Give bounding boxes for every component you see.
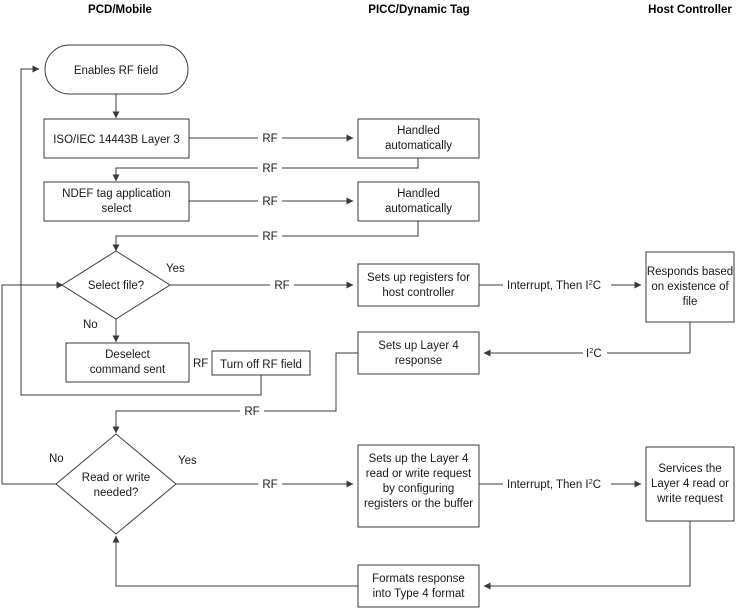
node-formats-response-line2: into Type 4 format	[373, 588, 466, 600]
node-sets-up-layer-4-request-line3: by configuring	[383, 483, 455, 495]
svg-text:RF: RF	[262, 163, 277, 175]
node-services-the-layer-4-line1: Services the	[658, 463, 721, 475]
node-ndef-tag-application-select[interactable]: NDEF tag application select	[43, 181, 190, 222]
edge-label-rf-deselect: RF	[189, 356, 209, 370]
edge-label-interrupt-i2c-lower: Interrupt, Then I2C	[503, 477, 611, 491]
node-sets-up-registers[interactable]: Sets up registers for host controller	[357, 263, 480, 307]
node-deselect-command-sent-line1: Deselect	[105, 349, 151, 361]
svg-text:Interrupt, Then I2C: Interrupt, Then I2C	[507, 278, 601, 292]
node-handled-automatically-1-line1: Handled	[397, 125, 440, 137]
edge-label-rf-ndef-select: RF	[258, 194, 282, 208]
node-sets-up-layer-4-response-line1: Sets up Layer 4	[378, 340, 459, 352]
node-sets-up-layer-4-response-shape	[357, 331, 480, 375]
node-responds-based-line3: file	[683, 296, 698, 308]
node-ndef-tag-application-select-line1: NDEF tag application	[62, 188, 171, 200]
branch-label-read-write-yes: Yes	[178, 455, 197, 467]
node-formats-response[interactable]: Formats response into Type 4 format	[357, 564, 480, 608]
node-handled-automatically-2[interactable]: Handled automatically	[357, 181, 480, 222]
node-turn-off-rf-field[interactable]: Turn off RF field	[211, 350, 311, 376]
node-responds-based-line1: Responds based	[647, 266, 733, 278]
node-sets-up-layer-4-request-line4: registers or the buffer	[364, 498, 473, 510]
node-sets-up-registers-shape	[357, 263, 480, 307]
interrupt-i2c-lower-pre: Interrupt, Then I	[507, 479, 589, 491]
node-handled-automatically-2-line1: Handled	[397, 188, 440, 200]
edge-label-i2c-return: I2C	[583, 346, 607, 360]
node-handled-automatically-2-line2: automatically	[385, 203, 452, 215]
branch-label-select-file-yes: Yes	[166, 263, 185, 275]
node-sets-up-layer-4-response[interactable]: Sets up Layer 4 response	[357, 331, 480, 375]
svg-text:RF: RF	[244, 406, 259, 418]
lane-header-pcd-mobile: PCD/Mobile	[88, 4, 152, 16]
branch-label-read-write-no: No	[49, 453, 64, 465]
branch-label-select-file-no: No	[83, 319, 98, 331]
svg-text:Interrupt, Then I2C: Interrupt, Then I2C	[507, 477, 601, 491]
svg-text:I2C: I2C	[586, 346, 602, 360]
node-sets-up-registers-line1: Sets up registers for	[367, 272, 470, 284]
node-deselect-command-sent-line2: command sent	[90, 364, 166, 376]
interrupt-i2c-lower-post: C	[593, 479, 601, 491]
node-responds-based-on-existence[interactable]: Responds based on existence of file	[645, 251, 735, 323]
node-responds-based-line2: on existence of	[651, 281, 729, 293]
node-iso-iec-14443b-layer-3-label: ISO/IEC 14443B Layer 3	[53, 134, 180, 146]
svg-text:RF: RF	[193, 358, 208, 370]
interrupt-i2c-upper-pre: Interrupt, Then I	[507, 280, 589, 292]
node-formats-response-shape	[357, 564, 480, 608]
node-services-the-layer-4-line3: write request	[656, 493, 724, 505]
svg-text:RF: RF	[262, 231, 277, 243]
node-sets-up-layer-4-request-line2: read or write request	[366, 468, 472, 480]
node-enables-rf-field-label: Enables RF field	[74, 65, 158, 77]
node-handled-automatically-1[interactable]: Handled automatically	[357, 118, 480, 159]
lane-header-picc-dynamic-tag: PICC/Dynamic Tag	[368, 4, 469, 16]
node-sets-up-registers-line2: host controller	[382, 287, 454, 299]
node-sets-up-layer-4-request[interactable]: Sets up the Layer 4 read or write reques…	[357, 444, 480, 528]
i2c-return-post: C	[593, 348, 601, 360]
lane-header-host-controller: Host Controller	[648, 4, 732, 16]
svg-text:RF: RF	[262, 196, 277, 208]
node-turn-off-rf-field-label: Turn off RF field	[220, 359, 302, 371]
edge-label-rf-select-file-yes: RF	[270, 278, 294, 292]
node-enables-rf-field[interactable]: Enables RF field	[44, 44, 189, 95]
node-iso-iec-14443b-layer-3[interactable]: ISO/IEC 14443B Layer 3	[43, 118, 190, 159]
flowchart-diagram: PCD/Mobile PICC/Dynamic Tag Host Control…	[0, 0, 742, 616]
node-select-file-decision-label: Select file?	[88, 280, 144, 292]
node-sets-up-layer-4-request-line1: Sets up the Layer 4	[369, 453, 469, 465]
interrupt-i2c-upper-post: C	[593, 280, 601, 292]
edge-label-rf-handled-return-1: RF	[258, 161, 282, 175]
node-read-or-write-needed-line1: Read or write	[82, 472, 150, 484]
svg-text:RF: RF	[274, 280, 289, 292]
edge-label-rf-layer4-return: RF	[240, 404, 264, 418]
node-formats-response-line1: Formats response	[372, 573, 465, 585]
node-handled-automatically-1-line2: automatically	[385, 140, 452, 152]
node-services-the-layer-4-line2: Layer 4 read or	[651, 478, 729, 490]
edge-label-interrupt-i2c-upper: Interrupt, Then I2C	[503, 278, 611, 292]
node-services-the-layer-4-request[interactable]: Services the Layer 4 read or write reque…	[645, 446, 735, 522]
node-read-or-write-needed-line2: needed?	[94, 487, 139, 499]
node-ndef-tag-application-select-line2: select	[101, 203, 132, 215]
flowchart-canvas: PCD/Mobile PICC/Dynamic Tag Host Control…	[0, 0, 742, 616]
node-sets-up-layer-4-response-line2: response	[395, 355, 442, 367]
edge-label-rf-iso-layer3: RF	[258, 131, 282, 145]
svg-text:RF: RF	[262, 479, 277, 491]
edge-label-rf-handled-return-2: RF	[258, 229, 282, 243]
node-deselect-command-sent[interactable]: Deselect command sent	[65, 342, 190, 383]
edge-label-rf-read-write-yes: RF	[258, 477, 282, 491]
svg-text:RF: RF	[262, 133, 277, 145]
